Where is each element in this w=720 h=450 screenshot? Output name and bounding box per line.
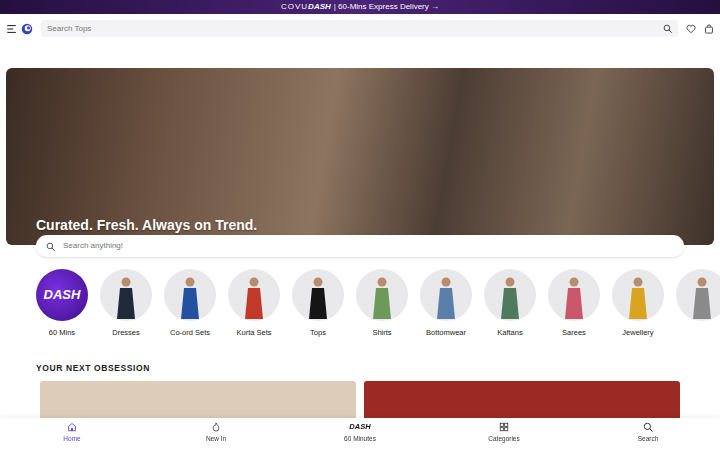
category-thumb[interactable] — [420, 269, 472, 321]
category-figure-icon — [170, 273, 210, 321]
category-item[interactable] — [676, 269, 720, 338]
nav-item[interactable]: New In — [144, 418, 288, 450]
category-figure-icon — [426, 273, 466, 321]
category-item[interactable]: Shirts — [356, 269, 408, 338]
header-actions — [686, 20, 714, 37]
nav-label[interactable]: Home — [63, 434, 80, 444]
category-thumb[interactable] — [164, 269, 216, 321]
hero-banner[interactable]: Curated. Fresh. Always on Trend. — [6, 68, 714, 245]
category-item[interactable]: Jewellery — [612, 269, 664, 338]
bag-icon[interactable] — [704, 24, 714, 34]
search-icon[interactable] — [46, 242, 55, 251]
category-thumb[interactable] — [292, 269, 344, 321]
category-item[interactable]: Tops — [292, 269, 344, 338]
dash-logo: DASH — [308, 0, 331, 14]
category-label[interactable]: Tops — [310, 327, 326, 338]
category-thumb[interactable] — [100, 269, 152, 321]
newin-icon[interactable] — [211, 422, 221, 432]
category-item[interactable]: Sarees — [548, 269, 600, 338]
nav-label[interactable]: New In — [206, 434, 226, 444]
nav-item[interactable]: DASH 60 Minutes — [288, 418, 432, 450]
category-thumb[interactable] — [228, 269, 280, 321]
category-figure-icon — [106, 273, 146, 321]
brand-logo-icon[interactable] — [21, 23, 33, 35]
category-label[interactable]: Kurta Sets — [236, 327, 271, 338]
category-label[interactable]: Kaftans — [497, 327, 522, 338]
nav-item[interactable]: Categories — [432, 418, 576, 450]
heart-icon[interactable] — [686, 24, 696, 34]
category-label[interactable]: Bottomwear — [426, 327, 466, 338]
hero-headline: Curated. Fresh. Always on Trend. — [36, 217, 257, 234]
category-figure-icon — [362, 273, 402, 321]
main-search — [36, 235, 684, 257]
dash-logo: DASH — [44, 285, 81, 305]
category-item[interactable]: Kaftans — [484, 269, 536, 338]
category-label[interactable]: Jewellery — [622, 327, 653, 338]
promo-banner[interactable]: COVUDASH| 60-Mins Express Delivery → — [0, 0, 720, 14]
nav-label[interactable]: 60 Minutes — [344, 434, 376, 444]
category-label[interactable]: Shirts — [372, 327, 391, 338]
nav-label[interactable]: Search — [638, 434, 659, 444]
header-search — [41, 20, 678, 37]
search-icon[interactable] — [643, 422, 653, 432]
category-item[interactable]: Kurta Sets — [228, 269, 280, 338]
promo-text[interactable]: | 60-Mins Express Delivery → — [334, 0, 439, 14]
header — [0, 14, 720, 48]
category-figure-icon — [234, 273, 274, 321]
menu-icon[interactable] — [6, 23, 17, 35]
header-left — [6, 20, 33, 37]
category-figure-icon — [298, 273, 338, 321]
category-item[interactable]: DASH 60 Mins — [36, 269, 88, 338]
grid-icon[interactable] — [499, 422, 509, 432]
category-label[interactable]: 60 Mins — [49, 327, 75, 338]
category-label[interactable]: Dresses — [112, 327, 140, 338]
dash-logo: DASH — [349, 422, 370, 432]
nav-label[interactable]: Categories — [488, 434, 519, 444]
category-label[interactable]: Sarees — [562, 327, 586, 338]
category-thumb[interactable]: DASH — [36, 269, 88, 321]
category-item[interactable]: Co-ord Sets — [164, 269, 216, 338]
category-item[interactable]: Bottomwear — [420, 269, 472, 338]
brand-logo: COVU — [281, 0, 308, 14]
category-figure-icon — [490, 273, 530, 321]
nav-item[interactable]: Search — [576, 418, 720, 450]
category-figure-icon — [682, 273, 720, 321]
category-label[interactable]: Co-ord Sets — [170, 327, 210, 338]
header-search-input[interactable] — [47, 21, 663, 37]
category-thumb[interactable] — [548, 269, 600, 321]
home-icon[interactable] — [67, 422, 77, 432]
category-thumb[interactable] — [676, 269, 720, 321]
bottom-nav: Home New In DASH 60 Minutes Categories Search — [0, 418, 720, 450]
main-search-input[interactable] — [63, 238, 674, 254]
category-thumb[interactable] — [612, 269, 664, 321]
category-row: DASH 60 Mins Dresses Co-ord Sets Kurta Sets T… — [0, 269, 720, 338]
nav-item[interactable]: Home — [0, 418, 144, 450]
category-item[interactable]: Dresses — [100, 269, 152, 338]
category-figure-icon — [618, 273, 658, 321]
search-icon[interactable] — [663, 24, 672, 33]
category-thumb[interactable] — [484, 269, 536, 321]
category-thumb[interactable] — [356, 269, 408, 321]
category-figure-icon — [554, 273, 594, 321]
section-title: YOUR NEXT OBSESSION — [36, 362, 720, 375]
